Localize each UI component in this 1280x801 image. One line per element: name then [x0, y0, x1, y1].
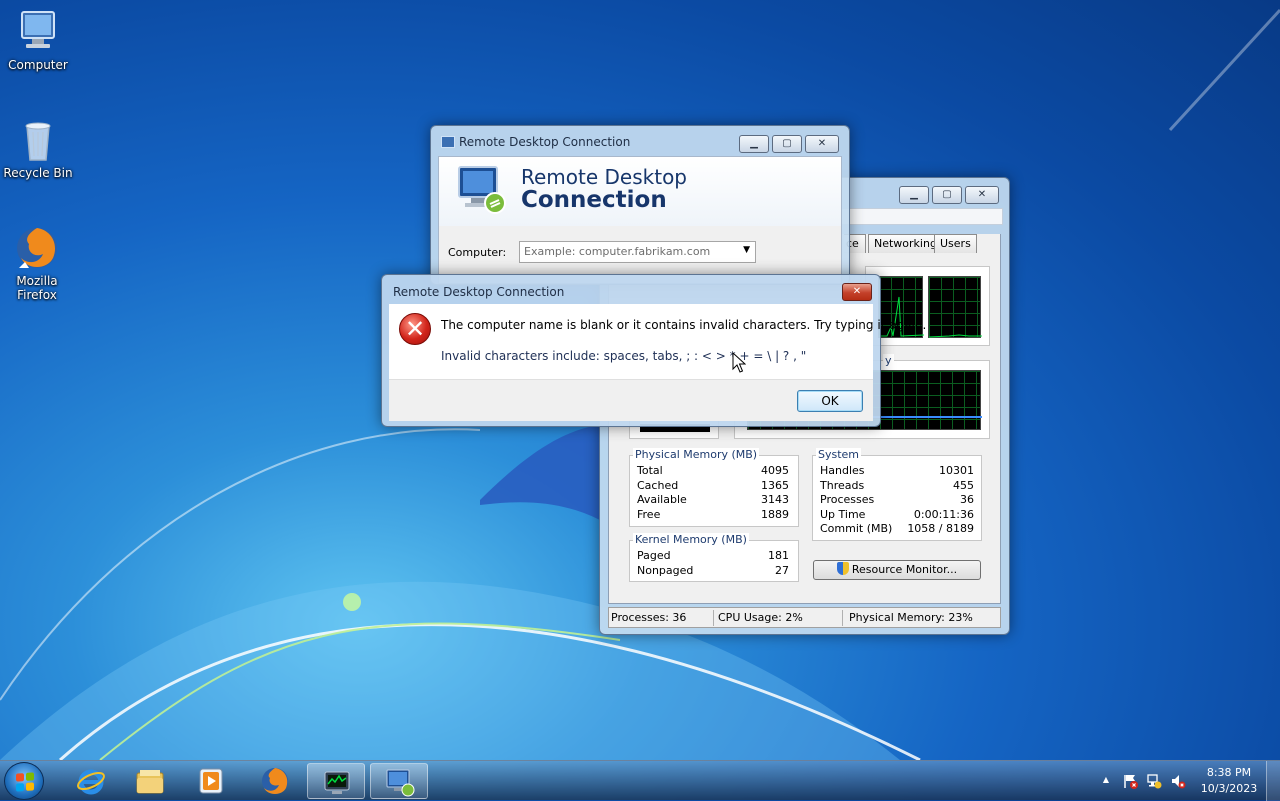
task-manager-icon: [322, 767, 352, 797]
taskbar-media-player[interactable]: [182, 763, 240, 799]
table-row: Total 4095: [637, 464, 789, 477]
table-row: Nonpaged 27: [637, 563, 789, 577]
desktop-icon-label: Computer: [8, 58, 68, 72]
recycle-bin-icon: [14, 116, 62, 164]
close-icon: ✕: [817, 138, 827, 149]
error-detail: Invalid characters include: spaces, tabs…: [441, 349, 807, 363]
tab-users[interactable]: Users: [934, 234, 977, 253]
tab-networking[interactable]: Networking: [868, 234, 943, 253]
kernel-memory-title: Kernel Memory (MB): [633, 533, 749, 546]
desktop-icon-firefox[interactable]: Mozilla Firefox: [0, 224, 74, 302]
resource-monitor-button[interactable]: Resource Monitor...: [813, 560, 981, 580]
error-icon: ✕: [399, 313, 431, 345]
start-button[interactable]: [4, 762, 44, 800]
error-dialog-title: Remote Desktop Connection: [393, 285, 565, 299]
chevron-down-icon[interactable]: ▼: [743, 245, 750, 255]
media-player-icon: [196, 766, 226, 796]
rdc-window-title: Remote Desktop Connection: [459, 135, 631, 149]
clock-date: 10/3/2023: [1200, 782, 1258, 795]
table-row: Free 1889: [637, 507, 789, 521]
minimize-button[interactable]: ▁: [899, 186, 929, 204]
computer-label: Computer:: [448, 246, 507, 259]
computer-input-placeholder: Example: computer.fabrikam.com: [524, 245, 711, 258]
kernel-memory-values: Paged 181 Nonpaged 27: [637, 549, 789, 578]
volume-muted-icon[interactable]: [1170, 773, 1186, 789]
error-dialog-footer: OK: [389, 379, 873, 421]
show-hidden-icons-button[interactable]: ▲: [1098, 775, 1114, 791]
physical-memory-values: Total 4095 Cached 1365 Available 3143 Free 1…: [637, 464, 789, 522]
taskbar-task-manager[interactable]: [307, 763, 365, 799]
firefox-icon: [13, 224, 61, 272]
error-dialog-titlebar[interactable]: Remote Desktop Connection ✕: [382, 275, 880, 305]
desktop-icon-computer[interactable]: Computer: [0, 8, 76, 72]
taskbar-remote-desktop[interactable]: [370, 763, 428, 799]
table-row: Up Time 0:00:11:36: [820, 507, 974, 521]
status-physical-memory: Physical Memory: 23%: [849, 611, 973, 624]
action-center-flag-icon[interactable]: [1122, 773, 1138, 789]
folder-icon: [135, 766, 165, 796]
clock-time: 8:38 PM: [1206, 766, 1252, 779]
system-values: Handles 10301 Threads 455 Processes 36 Up T…: [820, 464, 974, 537]
rdc-banner-title: Remote Desktop: [521, 165, 688, 189]
table-row: Handles 10301: [820, 464, 974, 477]
maximize-icon: ▢: [782, 138, 792, 149]
status-processes: Processes: 36: [611, 611, 687, 624]
minimize-icon: ▁: [750, 138, 758, 149]
taskbar: ▲ 8:38 PM 10/3/2023: [0, 760, 1280, 801]
task-manager-statusbar: Processes: 36 CPU Usage: 2% Physical Mem…: [608, 607, 1001, 628]
close-icon: ✕: [852, 286, 862, 297]
minimize-icon: ▁: [910, 189, 918, 200]
mouse-cursor-icon: [732, 352, 746, 373]
ok-button[interactable]: OK: [797, 390, 863, 412]
minimize-button[interactable]: ▁: [739, 135, 769, 153]
table-row: Processes 36: [820, 493, 974, 506]
rdc-titlebar[interactable]: Remote Desktop Connection ▁ ▢ ✕: [431, 126, 849, 156]
network-icon[interactable]: [1146, 773, 1162, 789]
table-row: Cached 1365: [637, 478, 789, 492]
computer-icon: [14, 8, 62, 56]
taskbar-clock[interactable]: 8:38 PM 10/3/2023: [1196, 765, 1262, 797]
taskbar-internet-explorer[interactable]: [62, 763, 120, 799]
firefox-icon: [260, 766, 290, 796]
close-button[interactable]: ✕: [805, 135, 839, 153]
remote-desktop-window[interactable]: Remote Desktop Connection ▁ ▢ ✕ Remote D…: [430, 125, 850, 285]
error-dialog[interactable]: Remote Desktop Connection ✕ ✕ The comput…: [381, 274, 926, 427]
error-dialog-body: ✕ The computer name is blank or it conta…: [389, 304, 926, 379]
internet-explorer-icon: [76, 766, 106, 796]
shield-icon: [836, 562, 849, 575]
maximize-button[interactable]: ▢: [932, 186, 962, 204]
close-icon: ✕: [977, 189, 987, 200]
windows-logo-icon: [16, 772, 34, 792]
close-button[interactable]: ✕: [842, 283, 872, 301]
physical-memory-title: Physical Memory (MB): [633, 448, 760, 461]
table-row: Available 3143: [637, 493, 789, 506]
close-button[interactable]: ✕: [965, 186, 999, 204]
remote-desktop-icon: [455, 163, 507, 215]
memory-history-label: y: [883, 354, 894, 367]
error-message: The computer name is blank or it contain…: [441, 318, 927, 332]
taskbar-windows-explorer[interactable]: [121, 763, 179, 799]
maximize-icon: ▢: [942, 189, 952, 200]
system-title: System: [816, 448, 862, 461]
desktop-icon-label: Recycle Bin: [3, 166, 73, 180]
table-row: Commit (MB) 1058 / 8189: [820, 522, 974, 535]
table-row: Paged 181: [637, 549, 789, 562]
maximize-button[interactable]: ▢: [772, 135, 802, 153]
desktop-icon-recycle-bin[interactable]: Recycle Bin: [0, 116, 76, 180]
remote-desktop-icon: [385, 767, 415, 797]
rdc-banner-subtitle: Connection: [521, 187, 667, 213]
table-row: Threads 455: [820, 478, 974, 492]
show-desktop-button[interactable]: [1266, 761, 1280, 801]
computer-combobox[interactable]: Example: computer.fabrikam.com ▼: [519, 241, 756, 263]
cpu-graph-core-2: [928, 276, 982, 338]
desktop-icon-label: Mozilla Firefox: [16, 274, 58, 302]
taskbar-firefox[interactable]: [246, 763, 304, 799]
rdc-small-icon: [441, 136, 455, 148]
status-cpu-usage: CPU Usage: 2%: [718, 611, 803, 624]
